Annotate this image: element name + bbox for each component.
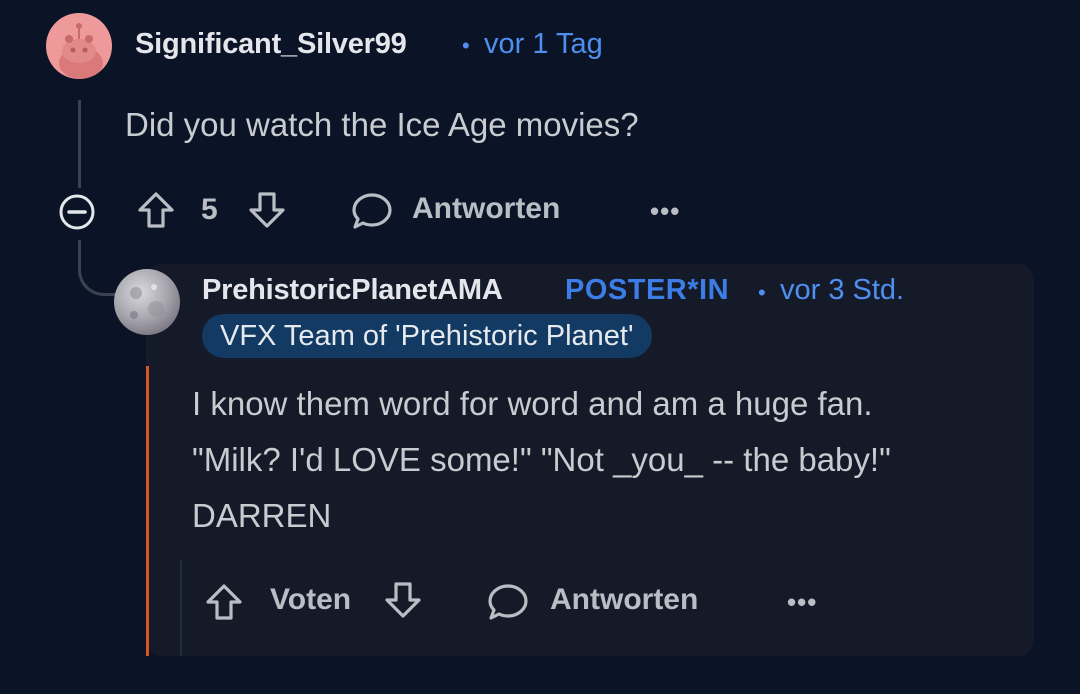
comment-body: Did you watch the Ice Age movies?: [125, 106, 639, 143]
collapse-thread-button[interactable]: [56, 191, 98, 233]
user-flair: VFX Team of 'Prehistoric Planet': [202, 314, 652, 358]
meta-separator: •: [758, 280, 766, 305]
upvote-arrow-icon: [206, 584, 242, 620]
upvote-arrow-icon: [138, 192, 174, 228]
comment-bubble-icon: [488, 584, 528, 620]
downvote-arrow-icon: [249, 192, 285, 228]
vote-count: 5: [201, 193, 218, 226]
more-options-button[interactable]: •••: [787, 587, 817, 618]
snoo-avatar-icon: [59, 23, 103, 79]
collapse-icon: [59, 194, 95, 230]
username[interactable]: Significant_Silver99: [135, 28, 407, 61]
vote-label: Voten: [270, 583, 352, 616]
op-accent-line: [146, 366, 149, 656]
thread-line: [78, 100, 81, 188]
comment-bubble-icon: [352, 193, 392, 229]
avatar[interactable]: [114, 269, 180, 335]
downvote-button[interactable]: [245, 188, 289, 232]
downvote-button[interactable]: [381, 578, 425, 622]
meta-separator: •: [462, 33, 470, 58]
avatar[interactable]: [46, 13, 112, 79]
comment-body-line: I know them word for word and am a huge …: [192, 385, 873, 422]
comment-timestamp[interactable]: vor 1 Tag: [484, 28, 603, 61]
reply-label: Antworten: [550, 583, 699, 616]
reply-divider: [180, 560, 182, 656]
reply-button[interactable]: Antworten: [348, 187, 580, 233]
comment-timestamp[interactable]: vor 3 Std.: [780, 274, 904, 307]
poster-badge: POSTER*IN: [565, 274, 730, 306]
comment-body-line: DARREN: [192, 497, 332, 534]
downvote-arrow-icon: [385, 582, 421, 618]
upvote-button[interactable]: [134, 188, 178, 232]
more-options-button[interactable]: •••: [650, 196, 680, 227]
upvote-button[interactable]: Voten: [200, 578, 362, 624]
reply-label: Antworten: [412, 192, 561, 225]
moon-avatar-icon: [130, 284, 164, 319]
username[interactable]: PrehistoricPlanetAMA: [202, 274, 503, 307]
comment-body-line: "Milk? I'd LOVE some!" "Not _you_ -- the…: [192, 441, 891, 478]
reply-button[interactable]: Antworten: [484, 578, 720, 624]
